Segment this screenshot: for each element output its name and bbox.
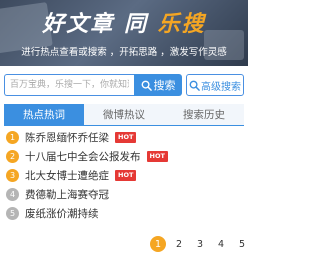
hot-badge: HOT (115, 132, 137, 143)
list-item-text[interactable]: 费德勒上海赛夺冠 (25, 187, 109, 202)
hot-list: 1 陈乔恩缅怀乔任梁 HOT 2 十八届七中全会公报发布 HOT 3 北大女博士… (6, 128, 242, 223)
list-item-text[interactable]: 十八届七中全会公报发布 (25, 149, 141, 164)
hot-badge: HOT (115, 170, 137, 181)
page-5-button[interactable]: 5 (234, 236, 250, 252)
list-item[interactable]: 4 费德勒上海赛夺冠 (6, 185, 242, 204)
search-button[interactable]: 搜索 (134, 74, 182, 96)
banner-subtitle: 进行热点查看或搜索 ，开拓思路 ，激发写作灵感 (21, 47, 227, 58)
banner-title: 好文章 同 乐搜 (0, 6, 248, 38)
advanced-search-button[interactable]: 高级搜索 (186, 74, 244, 96)
page-2-button[interactable]: 2 (171, 236, 187, 252)
page-3-button[interactable]: 3 (192, 236, 208, 252)
list-item[interactable]: 3 北大女博士遭绝症 HOT (6, 166, 242, 185)
tab-bar: 热点热词 微博热议 搜索历史 (4, 104, 244, 126)
page-1-button[interactable]: 1 (150, 236, 166, 252)
list-item-text[interactable]: 北大女博士遭绝症 (25, 168, 109, 183)
search-button-label: 搜索 (153, 79, 176, 92)
rank-badge: 5 (6, 207, 19, 220)
list-item[interactable]: 2 十八届七中全会公报发布 HOT (6, 147, 242, 166)
search-input[interactable] (4, 74, 134, 96)
hot-badge: HOT (146, 151, 168, 162)
search-icon (189, 80, 200, 91)
rank-badge: 4 (6, 188, 19, 201)
search-bar: 搜索 高级搜索 (4, 74, 244, 96)
pagination: 1 2 3 4 5 (150, 236, 250, 252)
tab-hot-words[interactable]: 热点热词 (4, 104, 84, 125)
list-item[interactable]: 5 废纸涨价潮持续 (6, 204, 242, 223)
banner-title-part3: 乐搜 (157, 11, 206, 37)
page-4-button[interactable]: 4 (213, 236, 229, 252)
list-item-text[interactable]: 陈乔恩缅怀乔任梁 (25, 130, 109, 145)
rank-badge: 1 (6, 131, 19, 144)
tab-weibo[interactable]: 微博热议 (84, 104, 164, 125)
rank-badge: 2 (6, 150, 19, 163)
banner: 好文章 同 乐搜 进行热点查看或搜索 ，开拓思路 ，激发写作灵感 (0, 0, 248, 66)
list-item-text[interactable]: 废纸涨价潮持续 (25, 206, 99, 221)
rank-badge: 3 (6, 169, 19, 182)
list-item[interactable]: 1 陈乔恩缅怀乔任梁 HOT (6, 128, 242, 147)
advanced-search-label: 高级搜索 (201, 81, 241, 93)
search-icon (141, 80, 152, 91)
banner-title-part1: 好文章 (42, 11, 115, 37)
banner-title-part2: 同 (123, 11, 148, 37)
tab-search-history[interactable]: 搜索历史 (164, 104, 244, 125)
